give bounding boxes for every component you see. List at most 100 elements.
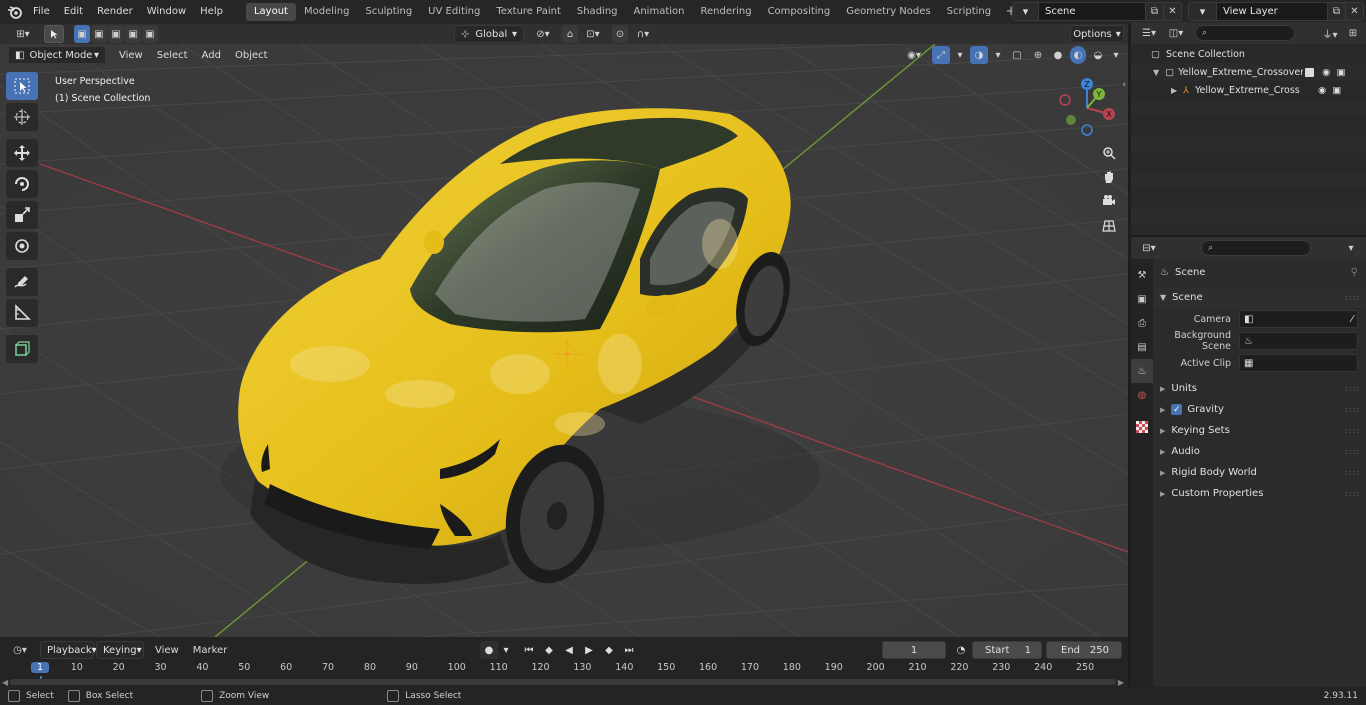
tab-layout[interactable]: Layout bbox=[245, 3, 296, 21]
select-tool-icon[interactable] bbox=[44, 25, 64, 43]
audio-panel-header[interactable]: ▶ Audio :::: bbox=[1154, 441, 1366, 462]
stopwatch-icon[interactable]: ◔ bbox=[952, 641, 970, 659]
drag-handle-icon[interactable]: :::: bbox=[1345, 447, 1360, 456]
solid-shading-icon[interactable]: ● bbox=[1050, 46, 1066, 64]
rendered-shading-icon[interactable]: ◒ bbox=[1090, 46, 1106, 64]
move-tool-icon[interactable] bbox=[6, 139, 38, 167]
background-scene-field[interactable]: ♨ bbox=[1239, 332, 1358, 350]
playback-menu[interactable]: Playback ▾ bbox=[40, 641, 97, 659]
menu-edit[interactable]: Edit bbox=[57, 0, 90, 24]
rotate-tool-icon[interactable] bbox=[6, 170, 38, 198]
expand-arrow-icon[interactable]: ▶ bbox=[1160, 490, 1165, 498]
active-clip-field[interactable]: ▦ bbox=[1239, 354, 1358, 372]
select-difference-icon[interactable]: ▣ bbox=[125, 25, 141, 43]
tab-sculpting[interactable]: Sculpting bbox=[357, 3, 420, 21]
filter-icon[interactable]: ⏚▾ bbox=[1316, 24, 1344, 42]
display-mode-icon[interactable]: ◫▾ bbox=[1163, 24, 1189, 42]
measure-tool-icon[interactable] bbox=[6, 299, 38, 327]
timeline-view-menu[interactable]: View bbox=[148, 645, 186, 656]
menu-file[interactable]: File bbox=[26, 0, 57, 24]
select-new-icon[interactable]: ▣ bbox=[74, 25, 90, 43]
camera-field[interactable]: ◧ ⁄ bbox=[1239, 310, 1358, 328]
material-shading-icon[interactable]: ◐ bbox=[1070, 46, 1086, 64]
delete-scene-icon[interactable]: ✕ bbox=[1163, 3, 1181, 20]
tab-geometry-nodes[interactable]: Geometry Nodes bbox=[838, 3, 938, 21]
mode-dropdown[interactable]: ◧ Object Mode ▾ bbox=[8, 46, 106, 64]
drag-handle-icon[interactable]: :::: bbox=[1345, 405, 1360, 414]
overlay-toggle-icon[interactable]: ◑ bbox=[970, 46, 988, 64]
copy-scene-icon[interactable]: ⧉ bbox=[1145, 3, 1163, 20]
timeline-editor-type-icon[interactable]: ◷▾ bbox=[6, 641, 34, 659]
eye-icon[interactable]: ◉ bbox=[1318, 85, 1326, 96]
copy-view-layer-icon[interactable]: ⧉ bbox=[1327, 3, 1345, 20]
add-cube-tool-icon[interactable] bbox=[6, 335, 38, 363]
chevron-down-icon[interactable]: ▾ bbox=[1342, 239, 1360, 257]
scene-tab-icon[interactable]: ♨ bbox=[1131, 359, 1153, 383]
prev-keyframe-icon[interactable]: ◆ bbox=[540, 641, 558, 659]
rigid-body-world-panel-header[interactable]: ▶ Rigid Body World :::: bbox=[1154, 462, 1366, 483]
chevron-down-icon[interactable]: ▾ bbox=[954, 46, 966, 64]
properties-search-input[interactable]: ⌕ bbox=[1201, 240, 1311, 256]
tool-tab-icon[interactable]: ⚒ bbox=[1131, 263, 1153, 287]
properties-editor-type-icon[interactable]: ⊟▾ bbox=[1135, 239, 1163, 257]
tab-scripting[interactable]: Scripting bbox=[939, 3, 999, 21]
outliner-search-input[interactable]: ⌕ bbox=[1195, 25, 1295, 41]
select-intersect-icon[interactable]: ▣ bbox=[142, 25, 158, 43]
eyedropper-icon[interactable]: ⁄ bbox=[1351, 314, 1353, 325]
pivot-point-icon[interactable]: ⊘▾ bbox=[530, 25, 556, 43]
world-tab-icon[interactable]: ◍ bbox=[1131, 383, 1153, 407]
keying-menu[interactable]: Keying ▾ bbox=[96, 641, 144, 659]
timeline-marker-menu[interactable]: Marker bbox=[186, 645, 235, 656]
tab-uv-editing[interactable]: UV Editing bbox=[420, 3, 488, 21]
texture-tab-icon[interactable] bbox=[1131, 415, 1153, 439]
next-keyframe-icon[interactable]: ◆ bbox=[600, 641, 618, 659]
camera-icon[interactable]: ▣ bbox=[1336, 67, 1345, 78]
gravity-panel-header[interactable]: ▶ ✓ Gravity :::: bbox=[1154, 399, 1366, 420]
checkbox-icon[interactable] bbox=[1305, 67, 1315, 77]
menu-render[interactable]: Render bbox=[90, 0, 140, 24]
drag-handle-icon[interactable]: :::: bbox=[1345, 468, 1360, 477]
menu-object[interactable]: Object bbox=[228, 50, 275, 61]
current-frame-field[interactable]: 1 bbox=[882, 641, 946, 659]
expand-arrow-icon[interactable]: ▶ bbox=[1160, 448, 1165, 456]
navigation-gizmo[interactable]: Z X Y bbox=[1055, 76, 1119, 140]
scene-panel-header[interactable]: ▼ Scene :::: bbox=[1154, 287, 1366, 308]
gravity-checkbox[interactable]: ✓ bbox=[1171, 404, 1183, 415]
tab-compositing[interactable]: Compositing bbox=[760, 3, 839, 21]
expand-arrow-icon[interactable]: ▶ bbox=[1160, 427, 1165, 435]
menu-help[interactable]: Help bbox=[193, 0, 230, 24]
expand-arrow-icon[interactable]: ▶ bbox=[1171, 86, 1177, 95]
options-dropdown[interactable]: Options ▾ bbox=[1070, 25, 1124, 43]
tab-shading[interactable]: Shading bbox=[569, 3, 626, 21]
new-collection-icon[interactable]: ⊞ bbox=[1344, 24, 1362, 42]
annotate-tool-icon[interactable] bbox=[6, 268, 38, 296]
keying-sets-panel-header[interactable]: ▶ Keying Sets :::: bbox=[1154, 420, 1366, 441]
cursor-tool-icon[interactable] bbox=[6, 103, 38, 131]
transform-tool-icon[interactable] bbox=[6, 232, 38, 260]
expand-arrow-icon[interactable]: ▶ bbox=[1160, 406, 1165, 414]
render-tab-icon[interactable]: ▣ bbox=[1131, 287, 1153, 311]
scroll-right-icon[interactable]: ▶ bbox=[1118, 678, 1124, 687]
play-icon[interactable]: ▶ bbox=[580, 641, 598, 659]
output-tab-icon[interactable]: ⎙ bbox=[1131, 311, 1153, 335]
end-frame-field[interactable]: End 250 bbox=[1046, 641, 1122, 659]
gizmo-toggle-icon[interactable]: ⤢ bbox=[932, 46, 950, 64]
current-frame-marker[interactable]: 1 bbox=[31, 662, 50, 673]
scale-tool-icon[interactable] bbox=[6, 201, 38, 229]
view-layer-name-field[interactable]: View Layer bbox=[1217, 3, 1327, 20]
drag-handle-icon[interactable]: :::: bbox=[1345, 426, 1360, 435]
chevron-down-icon[interactable]: ▾ bbox=[1110, 46, 1122, 64]
timeline-ruler[interactable]: 1 10 20 30 40 50 60 70 80 90 100 110 120 130 140 150 160… bbox=[0, 660, 1128, 682]
expand-arrow-icon[interactable]: ▶ bbox=[1160, 385, 1165, 393]
view-layer-selector[interactable]: ▾ View Layer ⧉ ✕ bbox=[1188, 2, 1364, 21]
scroll-left-icon[interactable]: ◀ bbox=[2, 678, 8, 687]
transform-orientation-dropdown[interactable]: ⊹ Global ▾ bbox=[454, 25, 524, 43]
menu-window[interactable]: Window bbox=[140, 0, 193, 24]
snap-toggle-icon[interactable]: ⌂ bbox=[562, 25, 578, 43]
custom-properties-panel-header[interactable]: ▶ Custom Properties :::: bbox=[1154, 483, 1366, 504]
select-subtract-icon[interactable]: ▣ bbox=[108, 25, 124, 43]
menu-view[interactable]: View bbox=[112, 50, 150, 61]
camera-view-icon[interactable] bbox=[1098, 190, 1120, 212]
jump-end-icon[interactable]: ⏭ bbox=[620, 641, 638, 659]
menu-select[interactable]: Select bbox=[150, 50, 195, 61]
